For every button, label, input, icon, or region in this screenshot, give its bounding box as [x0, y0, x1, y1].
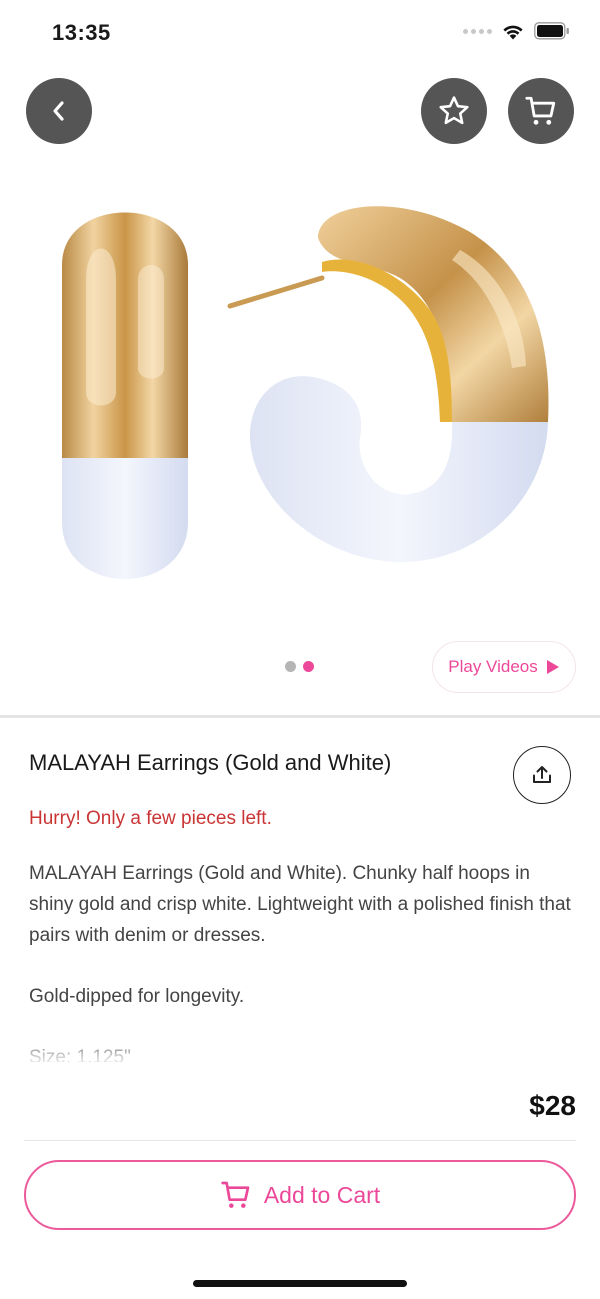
add-to-cart-label: Add to Cart [263, 1181, 381, 1208]
star-icon [439, 96, 469, 125]
cart-button[interactable] [508, 78, 574, 144]
section-divider [0, 715, 600, 718]
wifi-icon [503, 25, 523, 39]
cart-icon [221, 1181, 250, 1208]
add-to-cart-button[interactable]: Add to Cart [24, 1160, 576, 1230]
carousel-dot-active[interactable] [303, 661, 314, 672]
panel-divider [24, 1140, 576, 1141]
product-image[interactable] [0, 160, 600, 640]
cart-icon [525, 96, 556, 125]
product-description: MALAYAH Earrings (Gold and White). Chunk… [29, 858, 579, 1073]
chevron-left-icon [53, 101, 64, 121]
purchase-panel: $28 Add to Cart [0, 1062, 600, 1299]
status-icons [463, 22, 570, 40]
home-indicator[interactable] [193, 1280, 407, 1287]
play-icon [546, 660, 559, 674]
carousel-dot[interactable] [285, 661, 296, 672]
product-title: MALAYAH Earrings (Gold and White) [29, 750, 392, 775]
description-paragraph: MALAYAH Earrings (Gold and White). Chunk… [29, 863, 571, 946]
signal-icon [463, 28, 492, 34]
share-icon [533, 766, 551, 783]
favorite-button[interactable] [421, 78, 487, 144]
share-button[interactable] [513, 746, 571, 804]
description-paragraph: Gold-dipped for longevity. [29, 986, 245, 1007]
battery-icon [534, 22, 569, 40]
status-bar: 13:35 [0, 0, 600, 66]
play-videos-label: Play Videos [448, 657, 538, 676]
status-time: 13:35 [52, 20, 111, 45]
back-button[interactable] [26, 78, 92, 144]
carousel-dots[interactable] [285, 661, 314, 672]
play-videos-button[interactable]: Play Videos [432, 641, 576, 693]
product-price: $28 [529, 1090, 576, 1121]
stock-warning: Hurry! Only a few pieces left. [29, 808, 272, 829]
